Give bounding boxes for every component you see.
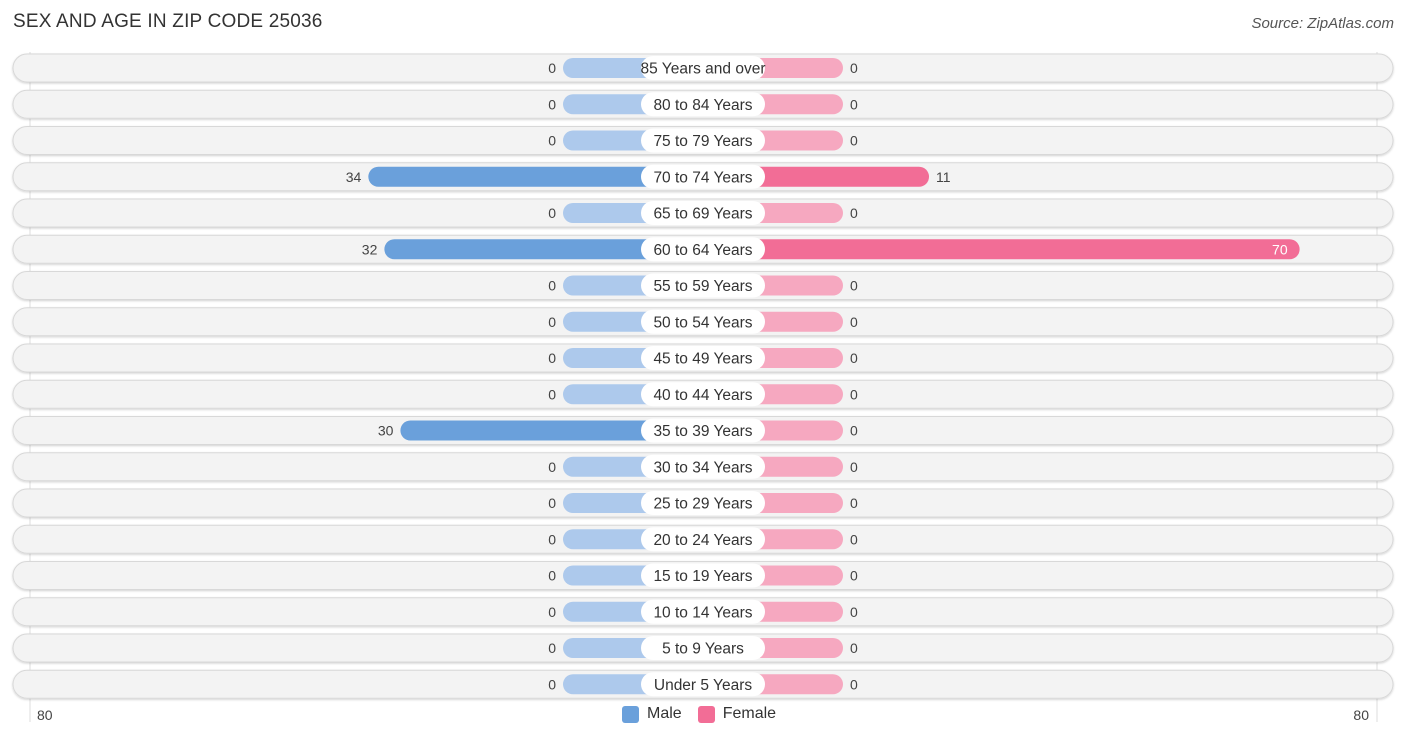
value-label-male: 0: [548, 531, 556, 547]
value-label-female: 0: [850, 640, 858, 656]
value-label-male: 0: [548, 60, 556, 76]
value-label-male: 30: [378, 423, 394, 439]
value-label-male: 0: [548, 350, 556, 366]
bar-female: [703, 239, 1300, 260]
category-label: 70 to 74 Years: [653, 169, 752, 186]
category-label: 35 to 39 Years: [653, 423, 752, 440]
category-label: 60 to 64 Years: [653, 242, 752, 259]
value-label-female: 0: [850, 133, 858, 149]
value-label-male: 34: [346, 169, 362, 185]
legend-item-male: Male: [622, 705, 682, 723]
value-label-female: 70: [1272, 241, 1288, 257]
value-label-female: 0: [850, 676, 858, 692]
value-label-female: 0: [850, 604, 858, 620]
category-label: 40 to 44 Years: [653, 387, 752, 404]
category-label: 75 to 79 Years: [653, 133, 752, 150]
category-label: Under 5 Years: [654, 677, 752, 694]
legend-item-female: Female: [697, 705, 777, 723]
value-label-female: 0: [850, 459, 858, 475]
category-label: 10 to 14 Years: [653, 604, 752, 621]
category-label: 30 to 34 Years: [653, 459, 752, 476]
value-label-male: 0: [548, 604, 556, 620]
value-label-female: 0: [850, 350, 858, 366]
axis-right-label: 80: [1353, 707, 1369, 723]
legend-swatch-female: [697, 705, 715, 723]
legend-label-male: Male: [647, 705, 682, 722]
value-label-male: 0: [548, 314, 556, 330]
legend-swatch-male: [622, 705, 639, 723]
value-label-female: 0: [850, 314, 858, 330]
value-label-male: 0: [548, 459, 556, 475]
value-label-female: 0: [850, 531, 858, 547]
value-label-female: 0: [850, 495, 858, 511]
value-label-male: 32: [362, 241, 378, 257]
value-label-female: 0: [850, 96, 858, 112]
value-label-female: 0: [850, 568, 858, 584]
value-label-female: 0: [850, 423, 858, 439]
value-label-female: 0: [850, 386, 858, 402]
category-label: 50 to 54 Years: [653, 314, 752, 331]
category-label: 5 to 9 Years: [662, 641, 744, 658]
axis-left-label: 80: [37, 707, 53, 723]
category-label: 45 to 49 Years: [653, 351, 752, 368]
value-label-female: 0: [850, 205, 858, 221]
category-label: 15 to 19 Years: [653, 568, 752, 585]
chart-area: 85 Years and over 0 0 80 to 84 Years 0 0 75 to…: [12, 52, 1394, 722]
value-label-male: 0: [548, 495, 556, 511]
category-label: 25 to 29 Years: [653, 496, 752, 513]
value-label-male: 0: [548, 278, 556, 294]
value-label-female: 0: [850, 60, 858, 76]
value-label-male: 0: [548, 640, 556, 656]
value-label-female: 0: [850, 278, 858, 294]
category-label: 20 to 24 Years: [653, 532, 752, 549]
legend-label-female: Female: [722, 705, 777, 722]
category-label: 80 to 84 Years: [653, 97, 752, 114]
category-label: 65 to 69 Years: [653, 206, 752, 223]
value-label-male: 0: [548, 386, 556, 402]
category-label: 55 to 59 Years: [653, 278, 752, 295]
category-label: 85 Years and over: [641, 61, 766, 78]
legend: Male Female: [622, 705, 792, 723]
value-label-male: 0: [548, 676, 556, 692]
value-label-male: 0: [548, 133, 556, 149]
value-label-female: 11: [936, 169, 951, 185]
value-label-male: 0: [548, 205, 556, 221]
value-label-male: 0: [548, 568, 556, 584]
value-label-male: 0: [548, 96, 556, 112]
